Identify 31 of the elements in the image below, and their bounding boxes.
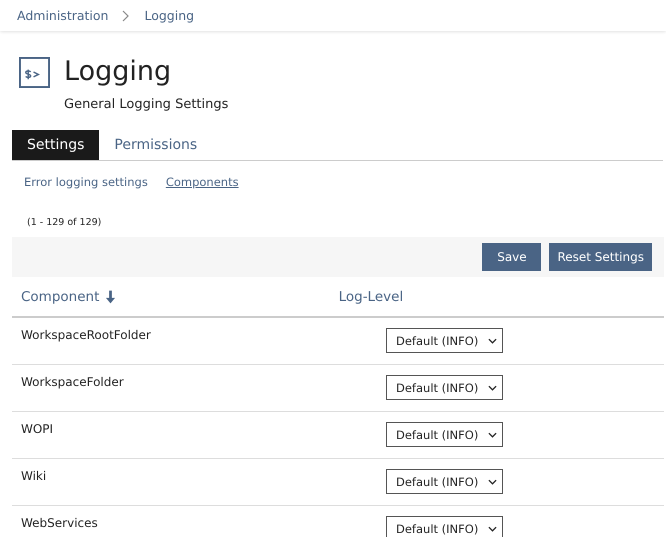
tab[interactable]: Settings [12, 130, 100, 160]
caret-icon [488, 526, 497, 532]
table-cell-text: WOPI [20, 421, 54, 438]
terminal-icon [19, 57, 50, 88]
breadcrumb-link[interactable]: Administration [17, 8, 108, 23]
caret-icon [488, 384, 497, 390]
caret-icon [488, 478, 497, 484]
log-level-dropdown[interactable]: Default (INFO) [386, 328, 503, 353]
page-title: Logging [64, 56, 172, 88]
sub-link[interactable]: Components [166, 175, 239, 189]
table-cell-text: WorkspaceFolder [20, 374, 125, 391]
log-level-dropdown[interactable]: Default (INFO) [386, 516, 503, 537]
column-header[interactable]: Log-Level [338, 277, 664, 316]
result-count: (1 - 129 of 129) [26, 216, 102, 228]
toolbar-button[interactable]: Reset Settings [549, 243, 652, 271]
toolbar-button[interactable]: Save [482, 243, 542, 271]
log-level-dropdown[interactable]: Default (INFO) [386, 469, 503, 494]
chevron-icon [122, 10, 130, 22]
page-subtitle: General Logging Settings [64, 97, 228, 112]
sub-link[interactable]: Error logging settings [24, 175, 148, 189]
table-cell-text: WorkspaceRootFolder [20, 327, 152, 344]
table-cell-text: WebServices [20, 515, 99, 532]
caret-icon [488, 432, 497, 438]
sort-down-icon [105, 290, 116, 304]
caret-icon [488, 338, 497, 344]
log-level-dropdown[interactable]: Default (INFO) [386, 422, 503, 447]
column-header[interactable]: Component [12, 277, 339, 316]
tab[interactable]: Permissions [99, 130, 212, 160]
table-cell-text: Wiki [20, 468, 48, 485]
breadcrumb-link[interactable]: Logging [144, 8, 194, 23]
log-level-dropdown[interactable]: Default (INFO) [386, 375, 503, 400]
